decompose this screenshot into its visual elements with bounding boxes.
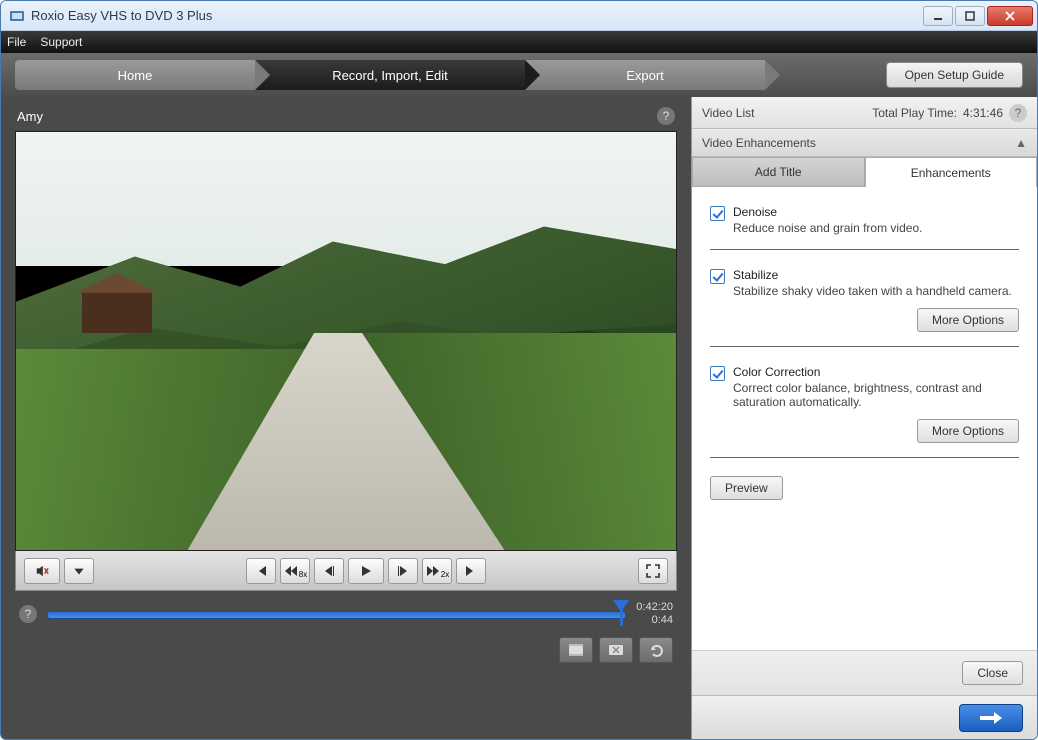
timeline-handle[interactable] [613,600,629,612]
time-current: 0:42:20 [636,601,673,614]
playtime-help-icon[interactable]: ? [1009,104,1027,122]
stabilize-checkbox[interactable] [710,269,725,284]
cut-tool-button[interactable] [599,637,633,663]
skip-start-button[interactable] [246,558,276,584]
menu-support[interactable]: Support [40,35,82,49]
help-icon[interactable]: ? [657,107,675,125]
rewind-button[interactable]: 8x [280,558,310,584]
stabilize-label: Stabilize [733,268,1012,282]
titlebar: Roxio Easy VHS to DVD 3 Plus [1,1,1037,31]
color-correction-label: Color Correction [733,365,1019,379]
titlebar-text: Roxio Easy VHS to DVD 3 Plus [31,8,921,23]
next-button[interactable] [959,704,1023,732]
denoise-desc: Reduce noise and grain from video. [733,221,922,235]
video-preview [15,131,677,551]
playback-controls: 8x 2x [15,551,677,591]
app-icon [9,8,25,24]
timeline-slider[interactable] [47,604,626,624]
right-panel: Video List Total Play Time: 4:31:46 ? Vi… [691,97,1037,739]
denoise-checkbox[interactable] [710,206,725,221]
menubar: File Support [1,31,1037,53]
time-total: 0:44 [636,614,673,627]
stabilize-desc: Stabilize shaky video taken with a handh… [733,284,1012,298]
nav-home[interactable]: Home [15,60,255,90]
video-title: Amy [17,109,43,124]
video-list-header[interactable]: Video List Total Play Time: 4:31:46 ? [692,97,1037,129]
collapse-icon: ▲ [1015,136,1027,150]
timeline-help-icon[interactable]: ? [19,605,37,623]
color-correction-checkbox[interactable] [710,366,725,381]
denoise-label: Denoise [733,205,922,219]
tab-enhancements[interactable]: Enhancements [865,157,1038,187]
nav-record-import-edit[interactable]: Record, Import, Edit [255,60,525,90]
timeline-times: 0:42:20 0:44 [636,601,673,627]
mute-button[interactable] [24,558,60,584]
app-window: Roxio Easy VHS to DVD 3 Plus File Suppor… [0,0,1038,740]
video-enhancements-header[interactable]: Video Enhancements ▲ [692,129,1037,157]
frame-forward-button[interactable] [388,558,418,584]
open-setup-guide-button[interactable]: Open Setup Guide [886,62,1023,88]
fast-forward-button[interactable]: 2x [422,558,452,584]
stabilize-more-options-button[interactable]: More Options [917,308,1019,332]
play-button[interactable] [348,558,384,584]
minimize-button[interactable] [923,6,953,26]
preview-button[interactable]: Preview [710,476,783,500]
color-more-options-button[interactable]: More Options [917,419,1019,443]
breadcrumb-nav: Home Record, Import, Edit Export Open Se… [1,53,1037,97]
clip-tool-button[interactable] [559,637,593,663]
volume-menu-button[interactable] [64,558,94,584]
close-button[interactable] [987,6,1033,26]
skip-end-button[interactable] [456,558,486,584]
nav-export[interactable]: Export [525,60,765,90]
total-play-time: 4:31:46 [963,106,1003,120]
fullscreen-button[interactable] [638,558,668,584]
maximize-button[interactable] [955,6,985,26]
preview-pane: Amy ? [1,97,691,739]
color-correction-desc: Correct color balance, brightness, contr… [733,381,1019,409]
menu-file[interactable]: File [7,35,26,49]
frame-back-button[interactable] [314,558,344,584]
close-panel-button[interactable]: Close [962,661,1023,685]
tab-add-title[interactable]: Add Title [692,157,865,187]
undo-button[interactable] [639,637,673,663]
